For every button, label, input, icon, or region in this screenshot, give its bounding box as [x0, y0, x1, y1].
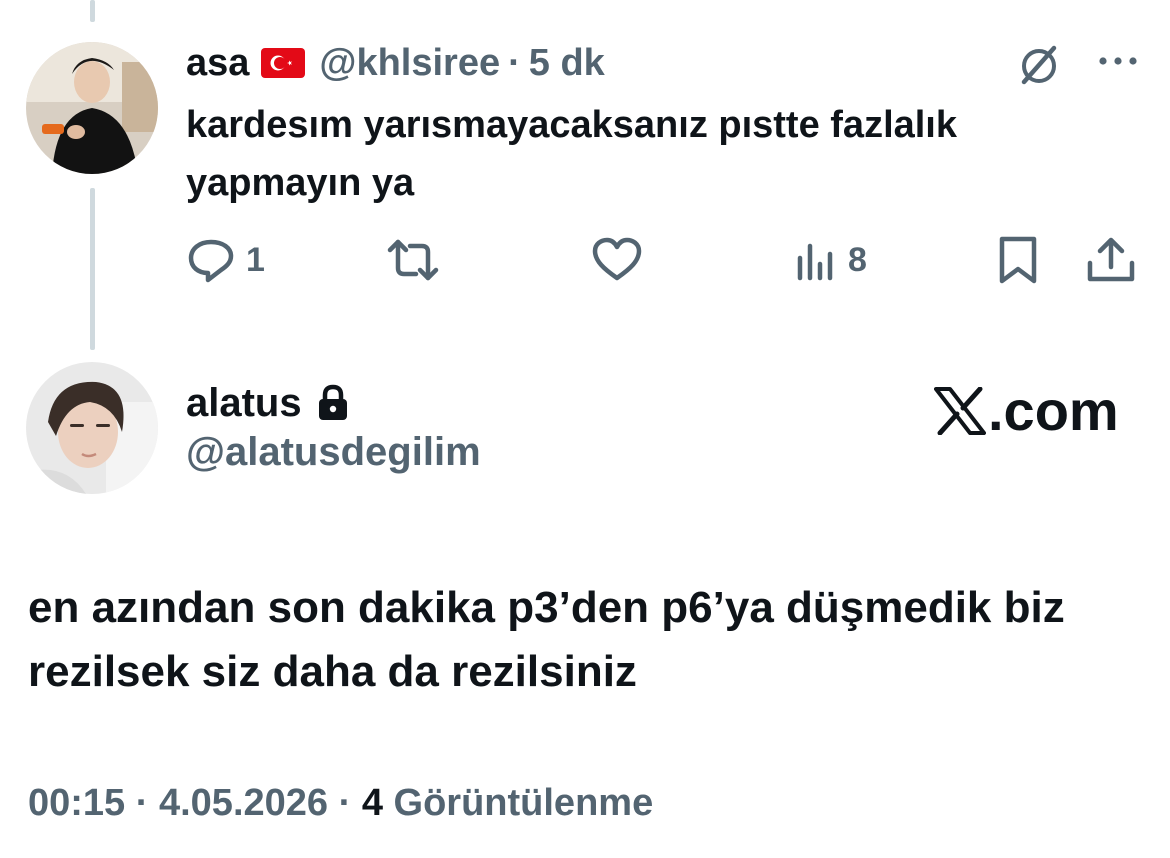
thread-line-top: [90, 0, 95, 22]
views-count: 8: [848, 240, 867, 279]
author-handle[interactable]: @khlsiree: [319, 42, 500, 85]
tweet-text: en azından son dakika p3’den p6’ya düşme…: [28, 583, 1065, 696]
retweet-icon: [387, 239, 439, 281]
avatar-image: [26, 42, 158, 174]
x-com-watermark: .com: [934, 378, 1119, 443]
avatar[interactable]: [26, 42, 158, 174]
heart-icon: [592, 237, 642, 281]
tweet-time[interactable]: 5 dk: [529, 42, 605, 85]
separator-dot: ·: [508, 41, 521, 84]
separator-dot: ·: [135, 782, 149, 824]
watermark-text: .com: [988, 379, 1119, 442]
reply-count: 1: [246, 240, 265, 279]
tweet-date[interactable]: 4.05.2026: [159, 782, 328, 824]
author-handle[interactable]: @alatusdegilim: [186, 430, 481, 475]
turkey-flag-icon: [261, 48, 306, 78]
thread-line: [90, 188, 95, 350]
like-button[interactable]: [590, 232, 654, 288]
reply-icon: [188, 239, 234, 283]
tweet-time[interactable]: 00:15: [28, 782, 125, 824]
separator-dot: ·: [338, 782, 352, 824]
views-icon: [797, 243, 833, 281]
x-logo-icon: [934, 386, 986, 435]
tweet-text: kardesım yarısmayacaksanız pıstte fazlal…: [186, 104, 958, 204]
author-name[interactable]: asa: [186, 42, 249, 85]
bookmark-icon: [999, 236, 1037, 284]
share-button[interactable]: [1084, 232, 1138, 288]
avatar-image: [26, 362, 158, 494]
reply-button[interactable]: 1: [186, 232, 265, 288]
avatar[interactable]: [26, 362, 158, 494]
quoted-author-row: alatus: [186, 378, 350, 428]
share-icon: [1087, 237, 1135, 282]
views-label: Görüntülenme: [393, 782, 654, 824]
tweet-header: asa @khlsiree · 5 dk: [186, 38, 605, 88]
views-count: 4: [361, 782, 383, 824]
more-icon[interactable]: [1096, 54, 1140, 68]
views-button[interactable]: 8: [794, 232, 867, 288]
grok-icon[interactable]: [1014, 40, 1064, 90]
tweet-meta: 00:15 · 4.05.2026 · 4 Görüntülenme: [28, 782, 653, 825]
lock-icon: [318, 384, 347, 420]
author-name[interactable]: alatus: [186, 381, 302, 426]
bookmark-button[interactable]: [996, 232, 1040, 288]
retweet-button[interactable]: [384, 232, 452, 288]
